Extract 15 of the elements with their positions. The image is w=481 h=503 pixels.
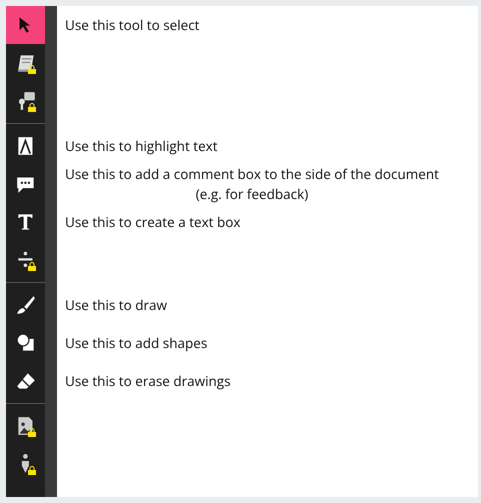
tool-description: Use this to highlight text [65, 136, 218, 156]
text-icon [16, 212, 36, 232]
tool-description: Use this to add shapes [65, 333, 208, 353]
eraser-icon [16, 371, 36, 391]
brush-icon [16, 295, 36, 315]
tool-description: Use this to draw [65, 295, 167, 315]
divide-icon [16, 250, 36, 270]
shapes-icon [16, 333, 36, 353]
tool-description: Use this to add a comment box to the side of the document (e.g. for feedback) [65, 164, 439, 204]
tool-description: Use this to erase drawings [65, 371, 231, 391]
tool-description: Use this tool to select [65, 15, 200, 35]
tool-description: Use this to create a text box [65, 212, 240, 232]
image-icon [16, 416, 36, 436]
book-icon [16, 53, 36, 73]
highlighter-icon [16, 136, 36, 156]
